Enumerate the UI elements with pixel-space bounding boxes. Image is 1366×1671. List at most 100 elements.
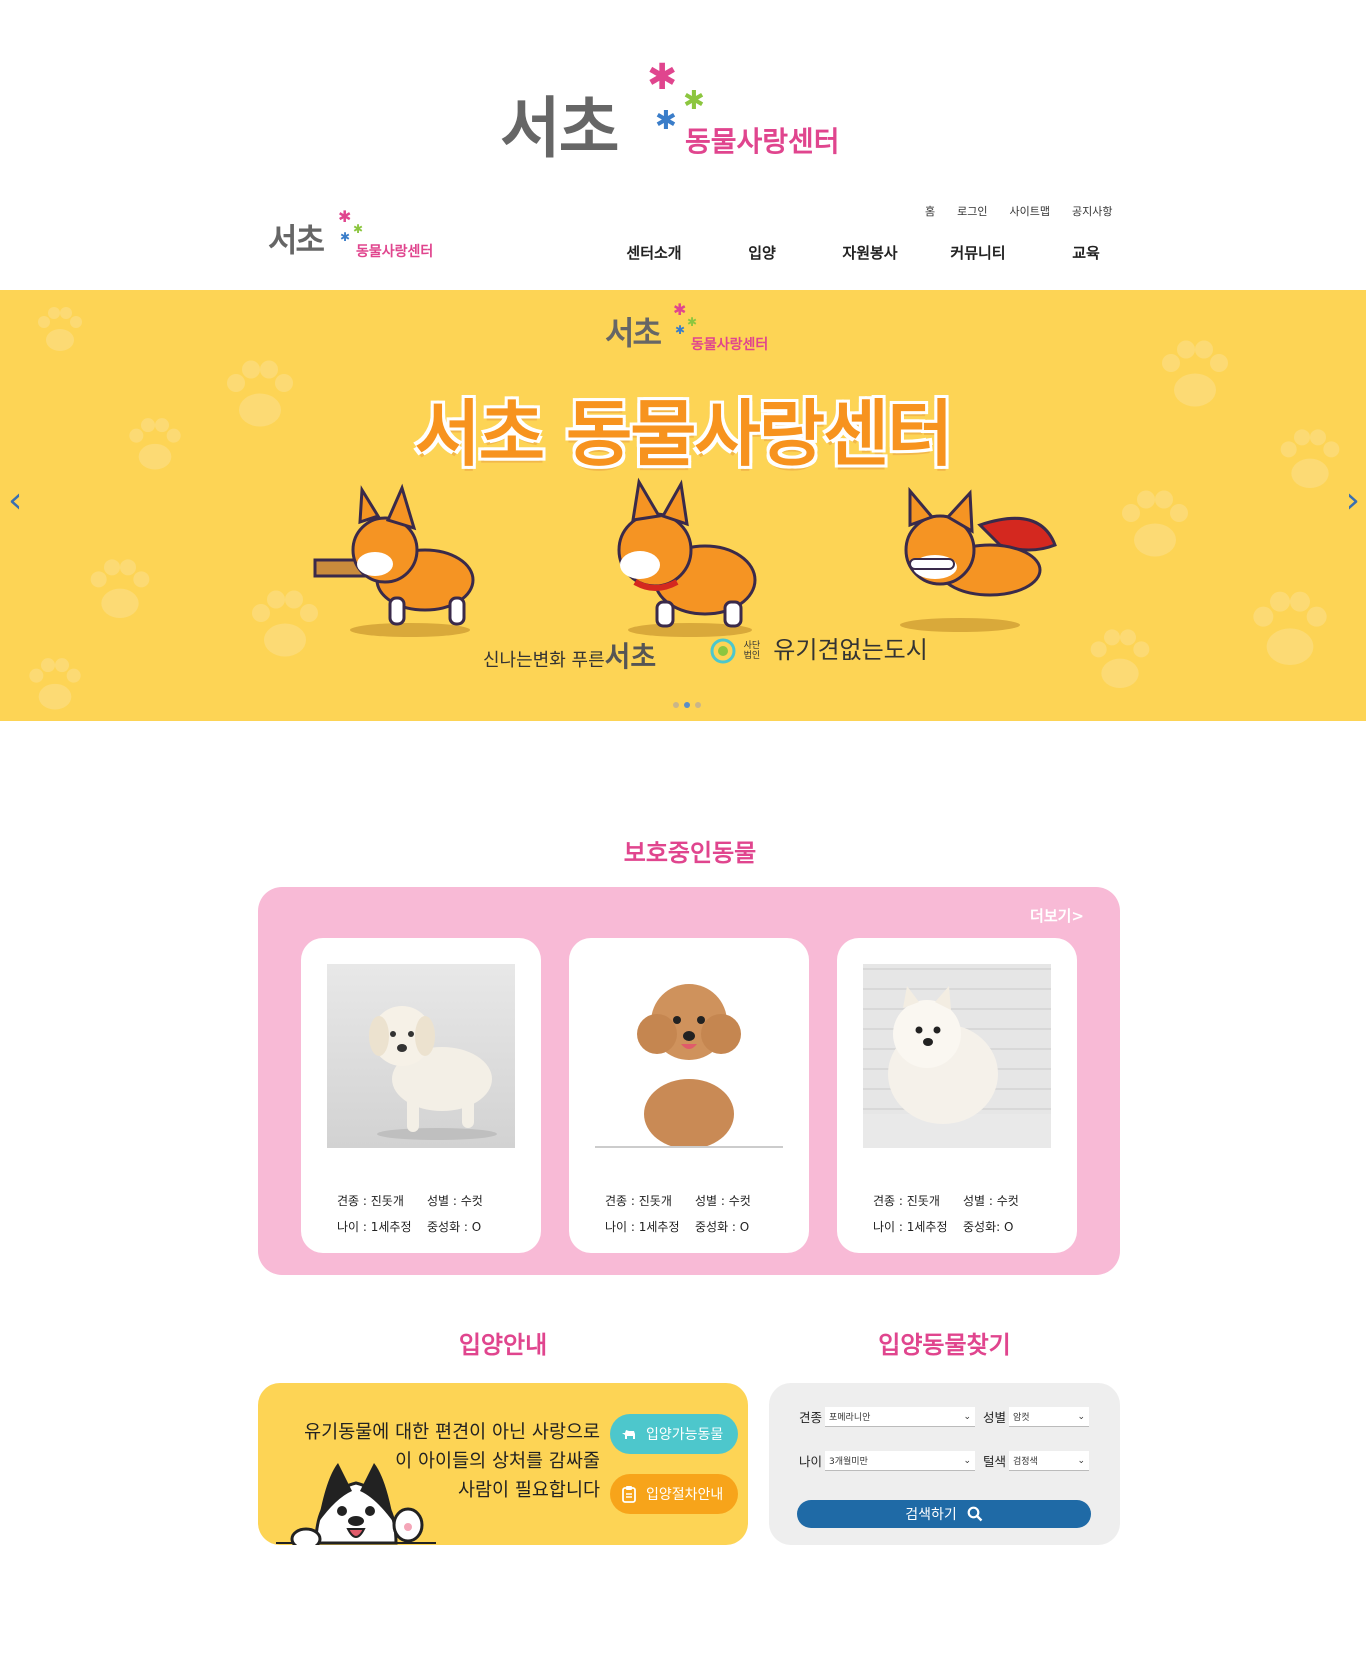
fur-color-label: 털색 [983,1454,1007,1469]
star-icon: ✱ [675,323,686,337]
util-link-home[interactable]: 홈 [925,203,935,219]
corgi-with-box-illustration [313,483,475,637]
adoptable-animals-label: 입양가능동물 [646,1427,724,1443]
logo-main-text: 서초 [268,221,325,259]
paw-icon [90,559,150,618]
adoption-process-label: 입양절차안내 [646,1487,724,1503]
nav-item-community[interactable]: 커뮤니티 [924,242,1032,263]
chevron-down-icon: ⌄ [963,1455,971,1466]
star-icon: ✱ [338,207,352,226]
sex-label: 성별 [983,1410,1007,1425]
animal-breed: 견종 : 진돗개 [605,1194,672,1208]
breed-select-value: 포메라니안 [829,1413,871,1423]
nav-item-education[interactable]: 교육 [1032,242,1140,263]
logo-sub-text: 동물사랑센터 [691,337,769,353]
fur-color-select[interactable]: 검정색 ⌄ [1009,1451,1089,1471]
hero-banner: 서초 ✱ ✱ ✱ 동물사랑센터 서초 동물사랑센터 ‹ › 신나는변화 푸른서초… [0,290,1366,721]
paw-icon [1090,629,1150,688]
nav-item-adoption[interactable]: 입양 [708,242,816,263]
banner-next-arrow[interactable]: › [1346,480,1360,521]
main-nav: 센터소개 입양 자원봉사 커뮤니티 교육 [600,242,1140,263]
nav-item-volunteer[interactable]: 자원봉사 [816,242,924,263]
pagination-dot[interactable] [695,702,701,708]
breed-label: 견종 [799,1410,823,1425]
age-select[interactable]: 3개월미만 ⌄ [825,1451,975,1471]
animal-card[interactable]: 견종 : 진돗개 성별 : 수컷 나이 : 1세추정 중성화: O [837,938,1077,1253]
star-icon: ✱ [687,315,698,329]
adoptable-animals-button[interactable]: 입양가능동물 [610,1414,738,1454]
paw-icon [1253,591,1327,665]
adoption-process-button[interactable]: 입양절차안내 [610,1474,738,1514]
fur-color-select-value: 검정색 [1013,1457,1038,1467]
logo-sub-text: 동물사랑센터 [685,125,840,158]
seocho-slogan: 신나는변화 푸른서초 [483,635,656,675]
more-link[interactable]: 더보기> [1030,905,1084,926]
animal-card[interactable]: 견종 : 진돗개 성별 : 수컷 나이 : 1세추정 중성화 : O [301,938,541,1253]
star-icon: ✱ [340,230,351,244]
star-icon: ✱ [655,106,677,136]
slogan-big-text: 서초 [604,640,657,673]
banner-prev-arrow[interactable]: ‹ [8,480,22,521]
golden-retriever-puppy-image [369,1006,497,1140]
age-select-value: 3개월미만 [829,1457,868,1467]
star-icon: ✱ [683,86,705,116]
util-link-sitemap[interactable]: 사이트맵 [1010,203,1050,219]
banner-logo: 서초 ✱ ✱ ✱ 동물사랑센터 [605,302,785,358]
animal-breed: 견종 : 진돗개 [337,1194,404,1208]
site-logo-large[interactable]: 서초 ✱ ✱ ✱ 동물사랑센터 [495,60,875,170]
husky-illustration [276,1463,436,1545]
org-type-text: 사단법인 [743,641,761,661]
section-title-find-animal: 입양동물찾기 [878,1331,1011,1359]
animal-card[interactable]: 견종 : 진돗개 성별 : 수컷 나이 : 1세추정 중성화 : O [569,938,809,1253]
section-title-protected: 보호중인동물 [623,839,757,867]
animal-age: 나이 : 1세추정 [873,1220,948,1234]
star-icon: ✱ [647,57,678,98]
org-slogan: 사단법인 유기견없는도시 [710,630,928,665]
dog-icon [622,1430,635,1439]
paw-icon [1122,490,1188,557]
paw-icon [38,307,82,351]
slogan-small-text: 신나는변화 푸른 [483,650,605,671]
animal-photo[interactable] [327,964,515,1148]
chevron-down-icon: ⌄ [963,1411,971,1422]
sex-select-value: 암컷 [1013,1413,1030,1423]
util-link-notice[interactable]: 공지사항 [1072,203,1112,219]
util-link-login[interactable]: 로그인 [957,203,987,219]
corgi-sitting-illustration [617,477,757,637]
shiba-hero-illustration [900,486,1057,632]
search-button[interactable]: 검색하기 [797,1500,1091,1528]
pagination-dot-active[interactable] [684,702,690,708]
animal-sex: 성별 : 수컷 [427,1194,483,1208]
pomeranian-image [863,986,1051,1148]
logo-sub-text: 동물사랑센터 [356,244,434,260]
animal-age: 나이 : 1세추정 [605,1220,680,1234]
pagination-dot[interactable] [673,702,679,708]
animal-info: 견종 : 진돗개 성별 : 수컷 나이 : 1세추정 중성화: O [873,1188,1053,1240]
guide-line: 유기동물에 대한 편견이 아닌 사랑으로 [304,1422,600,1443]
paw-icon [29,658,81,710]
animal-neutered: 중성화: O [963,1220,1014,1234]
breed-select[interactable]: 포메라니안 ⌄ [825,1407,975,1427]
animal-photo[interactable] [863,964,1051,1148]
animal-neutered: 중성화 : O [695,1220,750,1234]
search-icon [967,1506,983,1522]
search-button-label: 검색하기 [905,1507,957,1523]
animal-photo[interactable] [595,964,783,1148]
star-icon: ✱ [673,300,687,319]
star-icon: ✱ [353,222,364,236]
animal-age: 나이 : 1세추정 [337,1220,412,1234]
animal-info: 견종 : 진돗개 성별 : 수컷 나이 : 1세추정 중성화 : O [605,1188,785,1240]
header-logo[interactable]: 서초 ✱ ✱ ✱ 동물사랑센터 [268,209,448,270]
animal-neutered: 중성화 : O [427,1220,482,1234]
logo-main-text: 서초 [500,90,619,167]
nav-item-about[interactable]: 센터소개 [600,242,708,263]
org-name-text: 유기견없는도시 [773,636,928,664]
banner-title: 서초 동물사랑센터 [414,392,954,476]
org-logo-icon [710,638,736,664]
adoption-guide-box: 유기동물에 대한 편견이 아닌 사랑으로 이 아이들의 상처를 감싸줄 사람이 … [258,1383,748,1545]
clipboard-icon [622,1486,636,1503]
poodle-image [595,984,783,1148]
animal-search-form: 견종 포메라니안 ⌄ 성별 암컷 ⌄ 나이 3개월미만 ⌄ 털색 검정색 ⌄ 검… [769,1383,1120,1545]
sex-select[interactable]: 암컷 ⌄ [1009,1407,1089,1427]
banner-pagination [673,702,701,708]
